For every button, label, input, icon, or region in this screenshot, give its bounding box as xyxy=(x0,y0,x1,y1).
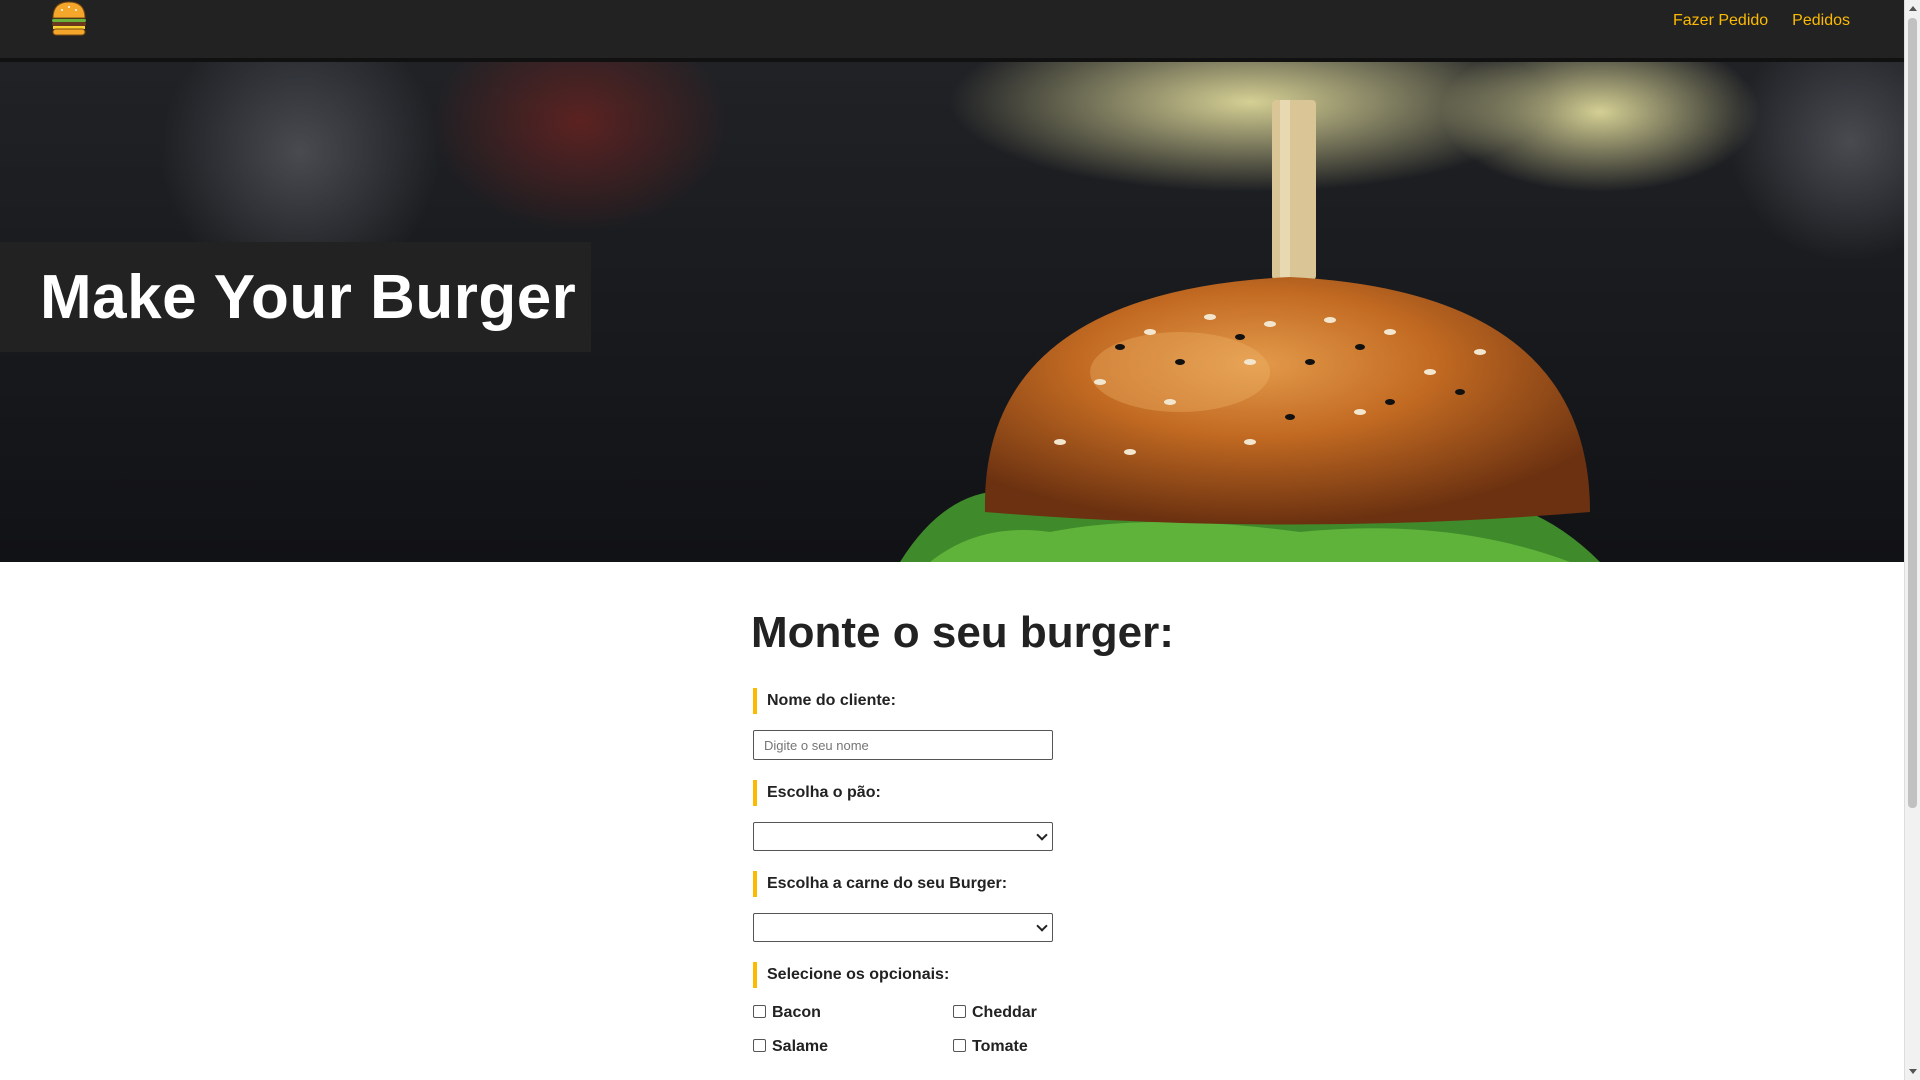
name-input[interactable] xyxy=(753,730,1053,760)
optional-item: Salame xyxy=(753,1038,953,1056)
tomate-checkbox[interactable] xyxy=(953,1038,966,1052)
meat-field-group: Escolha a carne do seu Burger: xyxy=(751,871,1351,942)
optionals-label: Selecione os opcionais: xyxy=(753,962,1153,988)
name-field-group: Nome do cliente: xyxy=(751,688,1351,760)
optional-label: Tomate xyxy=(972,1038,1028,1055)
bread-label: Escolha o pão: xyxy=(753,780,1153,806)
nav-link-fazer-pedido[interactable]: Fazer Pedido xyxy=(1673,12,1768,30)
chevron-down-icon xyxy=(1036,920,1048,932)
optional-item: Tomate xyxy=(953,1038,1153,1056)
hero-banner: Make Your Burger xyxy=(0,62,1904,562)
meat-label: Escolha a carne do seu Burger: xyxy=(753,871,1153,897)
nav-link-pedidos[interactable]: Pedidos xyxy=(1792,12,1850,30)
scrollbar-thumb[interactable] xyxy=(1908,18,1917,808)
scroll-down-arrow-icon[interactable] xyxy=(1909,1069,1917,1074)
burger-form: Monte o seu burger: Nome do cliente: Esc… xyxy=(751,608,1351,1076)
optional-label: Cheddar xyxy=(972,1004,1037,1021)
salame-checkbox[interactable] xyxy=(753,1038,766,1052)
meat-select[interactable] xyxy=(753,913,1053,942)
optional-label: Salame xyxy=(772,1038,829,1055)
optional-item: Cheddar xyxy=(953,1004,1153,1022)
burger-icon[interactable] xyxy=(50,0,88,39)
bread-field-group: Escolha o pão: xyxy=(751,780,1351,851)
bread-select[interactable] xyxy=(753,822,1053,851)
navbar: Fazer Pedido Pedidos xyxy=(0,0,1904,62)
optionals-list: Bacon Cheddar Salame Tomate xyxy=(753,1004,1351,1056)
hero-title-box: Make Your Burger xyxy=(0,242,591,352)
nav-links: Fazer Pedido Pedidos xyxy=(1673,12,1850,30)
page-title: Monte o seu burger: xyxy=(751,608,1174,657)
optional-label: Bacon xyxy=(772,1004,821,1021)
page-scrollbar[interactable] xyxy=(1904,0,1920,1080)
bacon-checkbox[interactable] xyxy=(753,1004,766,1018)
hero-title: Make Your Burger xyxy=(40,262,577,332)
optional-item: Bacon xyxy=(753,1004,953,1022)
name-label: Nome do cliente: xyxy=(753,688,1153,714)
optionals-field-group: Selecione os opcionais: Bacon Cheddar Sa… xyxy=(751,962,1351,1056)
chevron-down-icon xyxy=(1036,829,1048,841)
scroll-up-arrow-icon[interactable] xyxy=(1909,6,1917,11)
cheddar-checkbox[interactable] xyxy=(953,1004,966,1018)
